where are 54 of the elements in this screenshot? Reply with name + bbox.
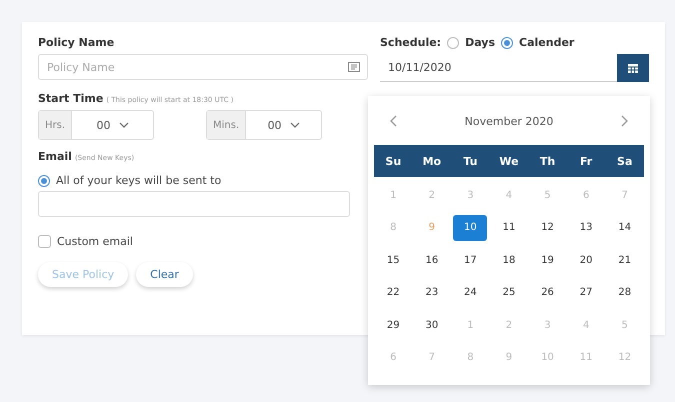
calendar-day[interactable]: 23 xyxy=(414,280,449,306)
field-label: Policy Name xyxy=(38,36,114,49)
calendar-day[interactable]: 29 xyxy=(376,312,410,338)
calendar-button[interactable] xyxy=(617,54,649,82)
calendar-day[interactable]: 22 xyxy=(376,280,410,306)
calendar-day[interactable]: 13 xyxy=(569,214,604,241)
calendar-day[interactable]: 26 xyxy=(530,280,565,306)
calendar-day[interactable]: 20 xyxy=(569,247,604,274)
next-month-icon[interactable] xyxy=(621,115,628,127)
calendar-day[interactable]: 11 xyxy=(492,214,526,241)
option-label: Custom email xyxy=(57,235,133,248)
radio-button[interactable] xyxy=(38,174,50,186)
calendar-day[interactable]: 27 xyxy=(569,280,604,306)
radio-button[interactable] xyxy=(501,36,514,48)
calendar-day[interactable]: 12 xyxy=(530,214,565,241)
time-select[interactable]: Hrs. 00 xyxy=(38,110,154,140)
chevron-down-icon xyxy=(118,122,129,128)
chevron-down-icon xyxy=(290,122,300,128)
calendar-day[interactable]: 30 xyxy=(414,312,449,338)
option-label: Calender xyxy=(519,36,574,49)
field-label: Start Time xyxy=(38,92,104,105)
weekday-label: Tu xyxy=(462,154,478,168)
policy-name-field[interactable]: Policy Name xyxy=(38,54,368,80)
month-title: November 2020 xyxy=(464,114,554,128)
time-select[interactable]: Mins. 00 xyxy=(206,110,322,140)
weekday-label: We xyxy=(498,154,520,168)
calendar-day[interactable]: 10 xyxy=(453,214,488,241)
email-field[interactable] xyxy=(38,191,350,217)
weekday-label: Th xyxy=(538,154,556,168)
action-button[interactable]: Clear xyxy=(136,262,193,287)
schedule-label: Schedule: xyxy=(380,36,442,49)
calendar-icon xyxy=(628,62,638,72)
radio-button[interactable] xyxy=(447,36,460,48)
weekday-label: Mo xyxy=(422,154,442,168)
weekday-label: Fr xyxy=(579,154,594,168)
option-label: All of your keys will be sent to xyxy=(56,174,222,187)
calendar-day[interactable]: 18 xyxy=(492,247,526,274)
field-label: Email xyxy=(38,150,72,163)
date-field[interactable]: 10/11/2020 xyxy=(380,54,649,82)
previous-month-icon[interactable] xyxy=(390,115,397,127)
calendar-day[interactable]: 17 xyxy=(453,247,488,274)
weekday-label: Sa xyxy=(616,154,634,168)
id-card-icon xyxy=(348,62,360,72)
weekday-label: Su xyxy=(384,154,402,168)
calendar-day[interactable]: 14 xyxy=(608,214,642,241)
calendar-day[interactable]: 21 xyxy=(608,247,642,274)
calendar-day[interactable]: 15 xyxy=(376,247,410,274)
calendar-day[interactable]: 28 xyxy=(608,280,642,306)
calendar-day[interactable]: 25 xyxy=(492,280,526,306)
calendar-day[interactable]: 24 xyxy=(453,280,488,306)
option-label: Days xyxy=(465,36,496,49)
checkbox[interactable] xyxy=(38,235,51,248)
calendar-day[interactable]: 16 xyxy=(414,247,449,274)
calendar-day[interactable]: 19 xyxy=(530,247,565,274)
